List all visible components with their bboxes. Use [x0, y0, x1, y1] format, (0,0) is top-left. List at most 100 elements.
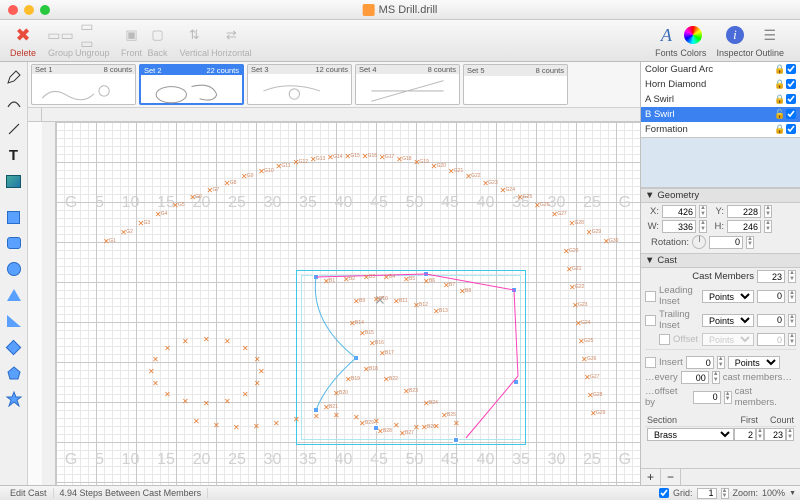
- ungroup-button[interactable]: ▭ ▭ Ungroup: [75, 23, 110, 58]
- cast-members-input[interactable]: [757, 270, 785, 283]
- sets-strip: Set 18 counts Set 222 counts Set 312 cou…: [28, 62, 640, 108]
- pen-tool[interactable]: [3, 66, 25, 88]
- line-tool[interactable]: [3, 118, 25, 140]
- lock-icon[interactable]: 🔒: [774, 79, 785, 90]
- outline-icon: ☰: [758, 23, 782, 47]
- cast-members-stepper[interactable]: ▲▼: [788, 270, 796, 283]
- front-icon: ▣: [120, 23, 144, 47]
- lock-icon[interactable]: 🔒: [774, 124, 785, 135]
- lock-icon[interactable]: 🔓: [774, 109, 785, 120]
- visible-checkbox[interactable]: [785, 79, 796, 91]
- layer-row[interactable]: Formation🔒: [641, 122, 800, 137]
- group-button[interactable]: ▭▭ Group: [48, 23, 73, 58]
- curve-tool[interactable]: [3, 92, 25, 114]
- h-input[interactable]: [727, 220, 761, 233]
- lock-icon[interactable]: 🔒: [774, 94, 785, 105]
- cast-members-label: Cast Members: [692, 271, 754, 282]
- lock-icon[interactable]: 🔒: [774, 64, 785, 75]
- triangle-tool[interactable]: [3, 284, 25, 306]
- outline-button[interactable]: ☰ Outline: [755, 23, 784, 58]
- zoom-dropdown-icon[interactable]: ▼: [789, 490, 796, 497]
- w-stepper[interactable]: ▲▼: [699, 220, 707, 233]
- trailing-units[interactable]: Points: [702, 314, 754, 327]
- offset-value[interactable]: [757, 333, 785, 346]
- set-card-3[interactable]: Set 312 counts: [247, 64, 352, 105]
- text-tool[interactable]: T: [3, 144, 25, 166]
- tool-rail: T: [0, 62, 28, 485]
- w-input[interactable]: [662, 220, 696, 233]
- grid-value[interactable]: [697, 488, 717, 499]
- right-triangle-tool[interactable]: [3, 310, 25, 332]
- window-titlebar: MS Drill.drill: [0, 0, 800, 20]
- rounded-rectangle-tool[interactable]: [3, 232, 25, 254]
- grid-stepper[interactable]: ▲▼: [721, 488, 729, 499]
- rotation-stepper[interactable]: ▲▼: [746, 236, 754, 249]
- drawing-canvas[interactable]: G51015202530354045504540353025G G5101520…: [56, 122, 640, 485]
- trailing-checkbox[interactable]: [645, 315, 656, 326]
- section-count[interactable]: [764, 428, 786, 441]
- rotation-dial[interactable]: [692, 235, 706, 249]
- diamond-tool[interactable]: [3, 336, 25, 358]
- leading-checkbox[interactable]: [645, 291, 656, 302]
- grid-checkbox[interactable]: [659, 488, 669, 498]
- x-stepper[interactable]: ▲▼: [699, 205, 707, 218]
- y-stepper[interactable]: ▲▼: [764, 205, 772, 218]
- section-row[interactable]: Brass ▲▼ ▲▼: [645, 427, 796, 442]
- status-bar: Edit Cast 4.94 Steps Between Cast Member…: [0, 485, 800, 500]
- y-input[interactable]: [727, 205, 761, 218]
- visible-checkbox[interactable]: [785, 109, 796, 121]
- document-icon: [363, 4, 375, 16]
- inspector-button[interactable]: i Inspector: [716, 23, 753, 58]
- front-button[interactable]: ▣ Front: [120, 23, 144, 58]
- rotation-input[interactable]: [709, 236, 743, 249]
- set-card-1[interactable]: Set 18 counts: [31, 64, 136, 105]
- edit-cast-status[interactable]: Edit Cast: [4, 488, 54, 498]
- offset-checkbox[interactable]: [659, 334, 670, 345]
- layer-row[interactable]: A Swirl🔒: [641, 92, 800, 107]
- close-window[interactable]: [8, 5, 18, 15]
- cast-header[interactable]: ▼Cast: [641, 253, 800, 268]
- vertical-button[interactable]: ⇅ Vertical: [180, 23, 210, 58]
- layer-row[interactable]: B Swirl🔓: [641, 107, 800, 122]
- offset-by-value[interactable]: [693, 391, 721, 404]
- visible-checkbox[interactable]: [785, 64, 796, 76]
- layer-row[interactable]: Color Guard Arc🔒: [641, 62, 800, 77]
- h-stepper[interactable]: ▲▼: [764, 220, 772, 233]
- leading-value[interactable]: [757, 290, 785, 303]
- zoom-value[interactable]: 100%: [762, 488, 785, 498]
- layer-row[interactable]: Horn Diamond🔒: [641, 77, 800, 92]
- insert-value[interactable]: [686, 356, 714, 369]
- remove-section-button[interactable]: −: [661, 469, 681, 485]
- x-input[interactable]: [662, 205, 696, 218]
- fonts-button[interactable]: A Fonts: [654, 23, 678, 58]
- visible-checkbox[interactable]: [785, 124, 796, 136]
- minimize-window[interactable]: [24, 5, 34, 15]
- insert-units[interactable]: Points: [728, 356, 780, 369]
- section-select[interactable]: Brass: [647, 428, 734, 441]
- every-value[interactable]: [681, 371, 709, 384]
- colors-button[interactable]: Colors: [680, 23, 706, 58]
- set-card-5[interactable]: Set 58 counts: [463, 64, 568, 105]
- add-section-button[interactable]: +: [641, 469, 661, 485]
- circle-tool[interactable]: [3, 258, 25, 280]
- horizontal-button[interactable]: ⇄ Horizontal: [211, 23, 252, 58]
- visible-checkbox[interactable]: [785, 94, 796, 106]
- ruler-horizontal: [42, 108, 640, 122]
- insert-checkbox[interactable]: [645, 357, 656, 368]
- section-first[interactable]: [734, 428, 756, 441]
- ungroup-icon: ▭ ▭: [80, 23, 104, 47]
- star-tool[interactable]: [3, 388, 25, 410]
- back-button[interactable]: ▢ Back: [146, 23, 170, 58]
- leading-units[interactable]: Points: [702, 290, 754, 303]
- zoom-window[interactable]: [40, 5, 50, 15]
- set-card-2[interactable]: Set 222 counts: [139, 64, 244, 105]
- geometry-header[interactable]: ▼Geometry: [641, 188, 800, 203]
- pentagon-tool[interactable]: [3, 362, 25, 384]
- delete-icon: ✖: [11, 23, 35, 47]
- set-card-4[interactable]: Set 48 counts: [355, 64, 460, 105]
- rectangle-tool[interactable]: [3, 206, 25, 228]
- image-tool[interactable]: [3, 170, 25, 192]
- delete-button[interactable]: ✖ Delete: [6, 23, 40, 58]
- offset-units[interactable]: Points: [702, 333, 754, 346]
- trailing-value[interactable]: [757, 314, 785, 327]
